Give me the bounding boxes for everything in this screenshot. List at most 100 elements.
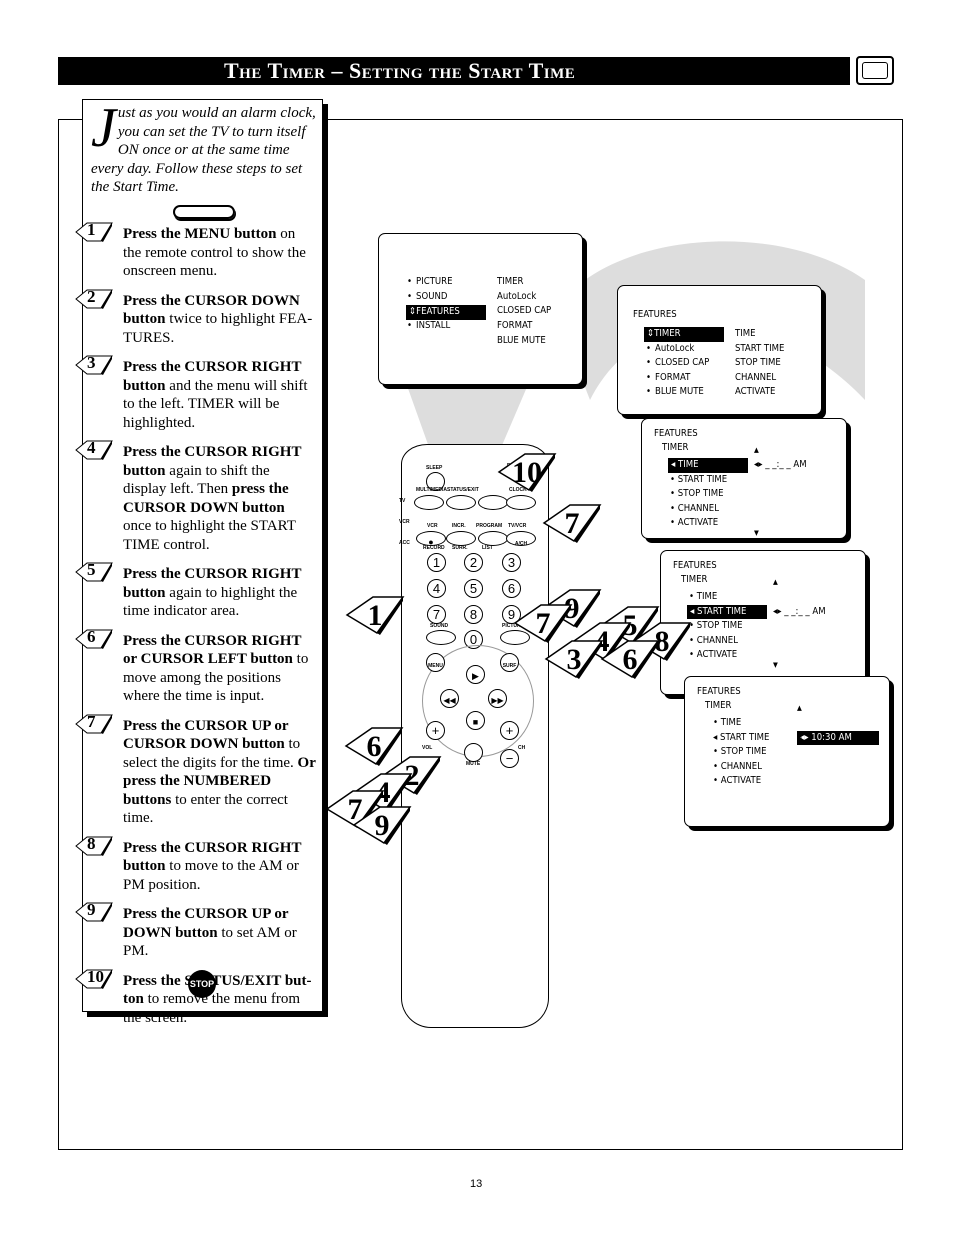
callout-number: 9	[374, 809, 390, 842]
ach-label: A/CH	[514, 541, 528, 547]
cursor-up-button[interactable]: ▶	[466, 665, 485, 684]
time-value: ◂▸ 10:30 AM	[797, 730, 879, 745]
digit-button-6[interactable]: 6	[502, 579, 521, 598]
step-number-badge: 7	[75, 712, 113, 734]
timer-item-label: ACTIVATE	[677, 517, 719, 528]
digit-label: 1	[432, 555, 441, 570]
cursor-left-button[interactable]: ◀◀	[440, 689, 459, 708]
step-text: Press the MENU button	[123, 226, 277, 242]
mute-label: MUTE	[466, 761, 481, 767]
digit-button-8[interactable]: 8	[464, 605, 483, 624]
menu-item: BLUE MUTE	[646, 385, 704, 400]
program-top-button[interactable]	[478, 495, 508, 510]
tv-icon	[856, 56, 894, 85]
sleep-label: SLEEP	[426, 465, 443, 471]
digit-button-5[interactable]: 5	[464, 579, 483, 598]
timer-item: • TIME	[689, 591, 718, 602]
timer-item: • STOP TIME	[670, 488, 724, 499]
step-number-badge: 9	[75, 900, 113, 922]
digit-label: 4	[432, 581, 441, 596]
step-number-badge: 1	[75, 220, 113, 242]
submenu-item: TIME	[735, 328, 756, 339]
menu-item-label: TIMER	[654, 328, 681, 339]
screen-title: FEATURES	[697, 686, 741, 697]
sound-button[interactable]	[426, 630, 456, 645]
digit-button-2[interactable]: 2	[464, 553, 483, 572]
step-callout-3: 3	[544, 639, 604, 679]
callout-number: 7	[564, 507, 580, 540]
menu-item: FORMAT	[646, 371, 690, 386]
step-number: 10	[87, 966, 104, 986]
step-9: 9 Press the CURSOR UP or DOWN button to s…	[75, 900, 316, 961]
record-button[interactable]: ●	[416, 531, 446, 547]
menu-screen-main: PICTURE SOUND ⇕FEATURES INSTALL TIMER Au…	[378, 233, 583, 385]
digit-button-3[interactable]: 3	[502, 553, 521, 572]
timer-item-label: CHANNEL	[696, 634, 738, 646]
digit-button-7[interactable]: 7	[427, 605, 446, 624]
screen-title: FEATURES	[654, 428, 698, 439]
timer-item: ◂ START TIME	[713, 731, 770, 743]
program-label: PROGRAM	[476, 523, 503, 529]
digit-button-4[interactable]: 4	[427, 579, 446, 598]
menu-item-highlighted: ⇕FEATURES	[406, 305, 486, 320]
timer-item-label: START TIME	[697, 605, 747, 617]
timer-item-label: TIME	[678, 459, 699, 470]
status-exit-label: STATUS/EXIT	[447, 487, 479, 493]
step-text: Press the CURSOR RIGHT or CURSOR LEFT bu…	[123, 632, 302, 668]
menu-item: SOUND	[407, 290, 447, 305]
step-text: to remove the menu from the screen.	[123, 991, 301, 1026]
tv-mode-label: TV	[399, 498, 406, 504]
up-arrow-icon: ▲	[773, 578, 778, 586]
multimedia-button[interactable]	[414, 495, 444, 510]
menu-button[interactable]: MENU	[426, 653, 445, 672]
ch-down-button[interactable]: −	[500, 749, 519, 768]
callout-number: 6	[622, 643, 638, 676]
up-arrow-icon: ▲	[797, 704, 802, 712]
step-number: 4	[87, 438, 96, 457]
time-value-text: 10:30 AM	[811, 731, 852, 743]
step-number-badge: 2	[75, 287, 113, 309]
menu-item: CLOSED CAP	[646, 356, 709, 371]
menu-screen-features: FEATURES ⇕TIMER AutoLock CLOSED CAP FORM…	[617, 285, 822, 415]
list-label: LIST	[482, 545, 493, 551]
surf-label: SURF	[502, 663, 517, 669]
surf-button[interactable]: SURF	[500, 653, 519, 672]
ch-up-button[interactable]: +	[500, 721, 519, 740]
down-arrow-icon: ▼	[797, 736, 802, 744]
step-8: 8 Press the CURSOR RIGHT button to move t…	[75, 834, 316, 895]
timer-item: • STOP TIME	[689, 620, 743, 631]
timer-item-label: START TIME	[677, 473, 728, 485]
mute-button[interactable]	[464, 743, 483, 762]
time-value-text: _ _:_ _ AM	[784, 605, 826, 617]
menu-item-label: FEATURES	[416, 306, 460, 317]
surr-button[interactable]	[446, 531, 476, 546]
step-3: 3 Press the CURSOR RIGHT button and the m…	[75, 353, 316, 432]
digit-button-1[interactable]: 1	[427, 553, 446, 572]
step-text: Press the CURSOR UP or CURSOR DOWN butto…	[123, 717, 289, 753]
ach-button[interactable]: A/CH	[506, 531, 536, 547]
submenu-item: TIMER	[497, 276, 524, 287]
record-label: RECORD	[423, 545, 445, 551]
step-callout-6: 6	[600, 639, 660, 679]
timer-item-label: CHANNEL	[677, 502, 719, 514]
step-number: 3	[87, 353, 96, 372]
callout-number: 7	[535, 607, 551, 640]
timer-item-label: TIME	[696, 591, 718, 602]
timer-item: • START TIME	[670, 473, 728, 485]
vol-up-button[interactable]: +	[426, 721, 445, 740]
step-5: 5 Press the CURSOR RIGHT button again to …	[75, 560, 316, 621]
timer-item: • TIME	[713, 717, 742, 728]
screen-subtitle: TIMER	[681, 574, 708, 585]
timer-item: • STOP TIME	[713, 746, 767, 757]
cursor-down-button[interactable]: ■	[466, 711, 485, 730]
step-callout-9: 9	[352, 805, 412, 845]
list-button[interactable]	[478, 531, 508, 546]
cursor-right-button[interactable]: ▶▶	[488, 689, 507, 708]
vol-label: VOL	[422, 745, 433, 751]
status-exit-button[interactable]	[446, 495, 476, 510]
clock-button[interactable]	[506, 495, 536, 510]
submenu-item: FORMAT	[497, 320, 533, 331]
step-2: 2 Press the CURSOR DOWN button twice to h…	[75, 287, 316, 348]
step-7: 7 Press the CURSOR UP or CURSOR DOWN butt…	[75, 712, 316, 828]
timer-item-label: TIME	[720, 717, 742, 728]
